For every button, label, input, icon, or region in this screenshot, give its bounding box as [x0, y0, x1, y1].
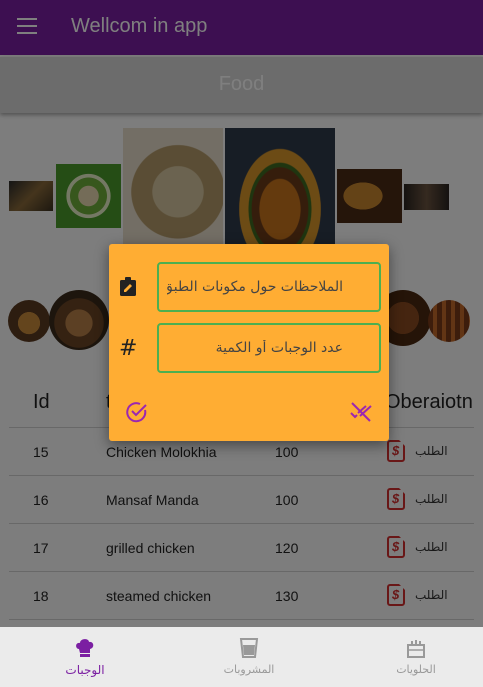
notes-input[interactable]: [159, 264, 379, 310]
nav-label-drinks: المشروبات: [223, 664, 275, 676]
notes-field[interactable]: [157, 262, 381, 312]
bottom-navigation: الوجبات المشروبات الحلويات: [0, 627, 483, 687]
order-dialog: #: [109, 244, 389, 441]
nav-item-desserts[interactable]: الحلويات: [356, 627, 476, 687]
chef-hat-icon: [76, 639, 94, 657]
hash-icon: #: [119, 336, 138, 361]
nav-label-desserts: الحلويات: [396, 664, 436, 676]
nav-item-meals[interactable]: الوجبات: [25, 627, 145, 687]
nav-item-drinks[interactable]: المشروبات: [189, 627, 309, 687]
quantity-input[interactable]: [159, 325, 379, 371]
nav-label-meals: الوجبات: [65, 663, 105, 677]
cake-icon: [407, 640, 425, 658]
quantity-field[interactable]: [157, 323, 381, 373]
note-edit-icon: [120, 277, 136, 296]
cancel-remove-done-icon[interactable]: [349, 400, 373, 424]
confirm-check-icon[interactable]: [125, 400, 149, 424]
cup-icon: [239, 638, 259, 658]
